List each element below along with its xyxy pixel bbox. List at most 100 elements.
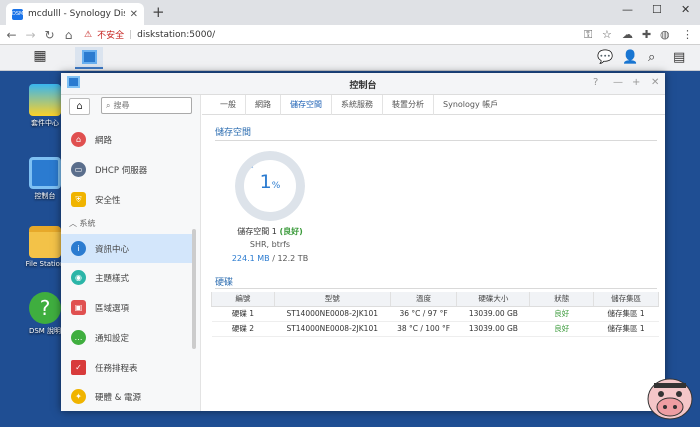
extensions-icon[interactable]: ✚	[642, 28, 651, 41]
maximize-window-icon[interactable]: ☐	[652, 3, 662, 16]
column-pool[interactable]: 儲存集區	[593, 292, 659, 307]
tab-network[interactable]: 網路	[246, 94, 281, 115]
pool-used: 224.1 MB	[231, 254, 270, 263]
profile-icon[interactable]: ◍	[660, 28, 670, 41]
tab-services[interactable]: 系統服務	[332, 94, 383, 115]
sidebar-item-security[interactable]: ⛨ 安全性	[61, 185, 193, 214]
usage-percent: 1	[259, 171, 272, 193]
section-header-system[interactable]: ︿ 系統	[69, 218, 96, 229]
tab-device-analytics[interactable]: 裝置分析	[383, 94, 434, 115]
sidebar-item-theme[interactable]: ◉ 主題樣式	[61, 263, 193, 292]
new-tab-icon[interactable]: +	[152, 4, 165, 20]
shield-icon: ⛨	[71, 192, 86, 207]
table-row[interactable]: 硬碟 1 ST14000NE0008-2JK101 36 °C / 97 °F …	[211, 306, 659, 322]
region-icon: ▣	[71, 300, 86, 315]
chat-icon[interactable]: 💬	[597, 50, 613, 65]
disk-status: 良好	[529, 306, 594, 322]
sidebar-item-region[interactable]: ▣ 區域選項	[61, 293, 193, 322]
disk-id: 硬碟 1	[211, 306, 275, 322]
disk-table: 編號 型號 溫度 硬碟大小 狀態 儲存集區 硬碟 1 ST14000NE0008…	[211, 292, 659, 337]
key-icon[interactable]: ⚿	[584, 28, 592, 42]
close-icon[interactable]: ✕	[651, 77, 659, 88]
table-row[interactable]: 硬碟 2 ST14000NE0008-2JK101 38 °C / 100 °F…	[211, 321, 659, 337]
pool-type: SHR, btrfs	[249, 240, 291, 249]
storage-section-title: 儲存空間	[215, 128, 252, 138]
sidebar-item-hardware-power[interactable]: ✦ 硬體 & 電源	[61, 382, 193, 411]
tab-bar: 一般 網路 儲存空間 系統服務 裝置分析 Synology 帳戶	[202, 94, 665, 115]
chevron-up-icon: ︿	[69, 219, 77, 228]
browser-toolbar: ← → ↻ ⌂ ⚠ 不安全 | diskstation:5000/	[0, 25, 700, 45]
sidebar-item-info-center[interactable]: i 資訊中心	[61, 234, 193, 263]
forward-icon[interactable]: →	[21, 28, 40, 42]
column-temperature[interactable]: 溫度	[389, 292, 458, 307]
tab-general[interactable]: 一般	[211, 94, 246, 115]
help-icon: ?	[29, 292, 61, 324]
browser-tab[interactable]: DSM mcdulll - Synology DiskStation ✕	[6, 3, 144, 25]
disk-size: 13039.00 GB	[456, 321, 530, 337]
disk-pool: 儲存集區 1	[593, 321, 659, 337]
column-id[interactable]: 編號	[211, 292, 275, 307]
disk-size: 13039.00 GB	[456, 306, 530, 322]
disk-model: ST14000NE0008-2JK101	[274, 321, 391, 337]
column-model[interactable]: 型號	[273, 292, 391, 307]
pool-capacity: 224.1 MB / 12.2 TB	[231, 254, 309, 263]
extension-cloud-icon[interactable]: ☁	[622, 28, 633, 41]
disk-pool: 儲存集區 1	[593, 306, 659, 322]
sidebar-item-dhcp[interactable]: ▭ DHCP 伺服器	[61, 155, 193, 184]
minimize-icon[interactable]: —	[613, 77, 623, 88]
close-window-icon[interactable]: ✕	[681, 3, 690, 16]
package-center-icon	[29, 84, 61, 116]
widgets-icon[interactable]: ▤	[673, 50, 685, 65]
search-icon: ⌕	[106, 100, 111, 110]
main-menu-icon[interactable]: ▦	[28, 48, 52, 68]
home-button[interactable]: ⌂	[69, 98, 90, 115]
pool-name: 儲存空間 1	[237, 227, 277, 236]
synology-favicon-icon: DSM	[12, 8, 23, 20]
user-icon[interactable]: 👤	[622, 50, 638, 65]
url-text: diskstation:5000/	[137, 29, 216, 40]
disks-section-title: 硬碟	[215, 278, 234, 288]
address-field[interactable]: ⚠ 不安全 | diskstation:5000/	[84, 26, 215, 44]
search-input[interactable]	[113, 101, 184, 110]
pool-name-line: 儲存空間 1 (良好)	[215, 226, 325, 237]
disk-model: ST14000NE0008-2JK101	[274, 306, 391, 322]
window-title: 控制台	[349, 81, 377, 91]
bookmark-star-icon[interactable]: ☆	[602, 28, 612, 41]
taskbar-control-panel[interactable]	[75, 47, 103, 69]
pool-total: 12.2 TB	[277, 254, 309, 263]
calendar-icon: ✓	[71, 360, 86, 375]
warning-icon: ⚠	[84, 29, 93, 40]
column-size[interactable]: 硬碟大小	[456, 292, 531, 307]
tab-title: mcdulll - Synology DiskStation	[28, 9, 125, 19]
maximize-icon[interactable]: +	[632, 77, 640, 88]
back-icon[interactable]: ←	[2, 28, 21, 42]
search-icon[interactable]: ⌕	[648, 50, 655, 65]
disk-id: 硬碟 2	[211, 321, 275, 337]
network-icon: ⌂	[71, 132, 86, 147]
security-label: 不安全	[97, 31, 125, 41]
info-icon: i	[71, 241, 86, 256]
tab-synology-account[interactable]: Synology 帳戶	[434, 95, 507, 115]
column-status[interactable]: 狀態	[529, 292, 595, 307]
home-icon[interactable]: ⌂	[59, 28, 78, 42]
help-icon[interactable]: ?	[593, 77, 598, 88]
reload-icon[interactable]: ↻	[40, 28, 59, 42]
menu-icon[interactable]: ⋮	[682, 28, 693, 41]
main-panel: 一般 網路 儲存空間 系統服務 裝置分析 Synology 帳戶 儲存空間 1%…	[202, 94, 665, 411]
storage-usage-label: 1%	[235, 171, 305, 193]
sidebar-item-task-scheduler[interactable]: ✓ 任務排程表	[61, 353, 193, 382]
sidebar-item-notification[interactable]: … 通知設定	[61, 323, 193, 352]
window-titlebar[interactable]: 控制台 ? — + ✕	[61, 73, 665, 95]
control-panel-window: 控制台 ? — + ✕ ⌂ ⌕ ⌂ 網路 ▭ DHCP 伺服器 ⛨ 安全性 ︿ …	[61, 73, 665, 411]
close-tab-icon[interactable]: ✕	[130, 9, 138, 20]
browser-tabbar: DSM mcdulll - Synology DiskStation ✕ + —…	[0, 0, 700, 25]
sidebar: ⌂ ⌕ ⌂ 網路 ▭ DHCP 伺服器 ⛨ 安全性 ︿ 系統 i 資訊中心 ◉ …	[61, 95, 201, 411]
table-header: 編號 型號 溫度 硬碟大小 狀態 儲存集區	[211, 292, 659, 307]
tab-storage[interactable]: 儲存空間	[281, 94, 332, 115]
minimize-window-icon[interactable]: —	[622, 3, 633, 16]
palette-icon: ◉	[71, 270, 86, 285]
sidebar-item-network[interactable]: ⌂ 網路	[61, 125, 193, 154]
search-box[interactable]: ⌕	[101, 97, 192, 114]
disk-temperature: 38 °C / 100 °F	[390, 321, 457, 337]
sidebar-scrollbar[interactable]	[192, 229, 196, 349]
